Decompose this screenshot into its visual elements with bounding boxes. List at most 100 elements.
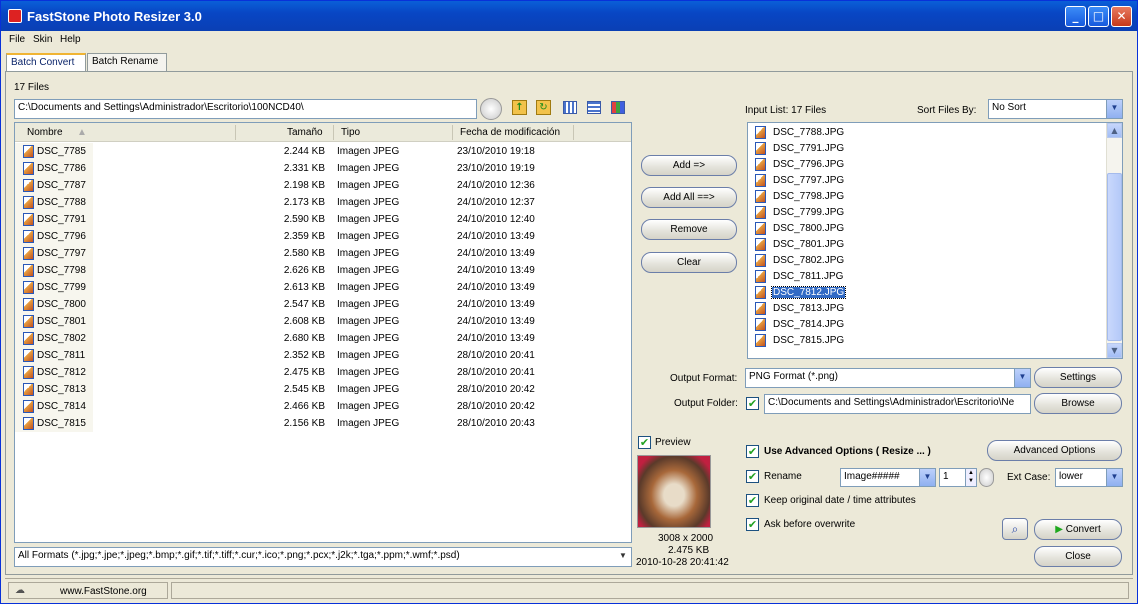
col-divider[interactable] [333,125,334,140]
file-size: 2.173 KB [283,197,325,208]
table-row[interactable]: DSC_7787 2.198 KB Imagen JPEG 24/10/2010 12… [15,177,631,194]
table-row[interactable]: DSC_7812 2.475 KB Imagen JPEG 28/10/2010 20… [15,364,631,381]
rename-pattern-select[interactable]: Image##### ▼ [840,468,936,487]
input-file-list[interactable]: DSC_7788.JPG DSC_7791.JPG DSC_7796.JPG DSC_… [747,122,1123,359]
output-folder-field[interactable]: C:\Documents and Settings\Administrador\… [764,394,1031,414]
table-row[interactable]: DSC_7798 2.626 KB Imagen JPEG 24/10/2010 13… [15,262,631,279]
scroll-thumb[interactable] [1107,173,1122,341]
remove-button[interactable]: Remove [641,219,737,240]
convert-button[interactable]: ▶ Convert [1034,519,1122,540]
list-item[interactable]: DSC_7800.JPG [754,221,1094,237]
advanced-options-checkbox[interactable]: ✔ [746,445,759,458]
file-type: Imagen JPEG [337,333,400,344]
list-item[interactable]: DSC_7788.JPG [754,125,1094,141]
jpeg-file-icon [755,238,766,251]
col-divider[interactable] [573,125,574,140]
file-browser-list[interactable]: Nombre ▲ Tamaño Tipo Fecha de modificaci… [14,122,632,543]
table-row[interactable]: DSC_7791 2.590 KB Imagen JPEG 24/10/2010 12… [15,211,631,228]
list-item[interactable]: DSC_7815.JPG [754,333,1094,349]
chevron-down-icon[interactable]: ▼ [615,548,631,566]
title-bar[interactable]: FastStone Photo Resizer 3.0 _ □ ✕ [1,1,1137,31]
table-row[interactable]: DSC_7797 2.580 KB Imagen JPEG 24/10/2010 13… [15,245,631,262]
clear-button[interactable]: Clear [641,252,737,273]
preview-checkbox[interactable]: ✔ [638,436,651,449]
rename-options-button[interactable] [979,468,994,487]
browse-button[interactable]: Browse [1034,393,1122,414]
table-row[interactable]: DSC_7813 2.545 KB Imagen JPEG 28/10/2010 20… [15,381,631,398]
keep-date-checkbox[interactable]: ✔ [746,494,759,507]
chevron-down-icon[interactable]: ▼ [1014,369,1030,387]
rename-start-stepper[interactable]: 1 ▲ ▼ [939,468,977,487]
list-item[interactable]: DSC_7802.JPG [754,253,1094,269]
table-row[interactable]: DSC_7786 2.331 KB Imagen JPEG 23/10/2010 19… [15,160,631,177]
refresh-icon[interactable]: ↻ [536,100,551,115]
add-all-button[interactable]: Add All ==> [641,187,737,208]
input-list-scrollbar[interactable]: ▲ ▼ [1106,123,1122,358]
details-view-icon[interactable] [611,101,625,114]
col-header-size[interactable]: Tamaño [287,127,323,138]
advanced-options-button[interactable]: Advanced Options [987,440,1122,461]
output-folder-label: Output Folder: [674,398,738,409]
col-divider[interactable] [235,125,236,140]
scroll-down-icon[interactable]: ▼ [1107,343,1122,358]
list-item[interactable]: DSC_7811.JPG [754,269,1094,285]
list-item[interactable]: DSC_7814.JPG [754,317,1094,333]
thumbnails-view-icon[interactable] [563,101,577,114]
table-row[interactable]: DSC_7796 2.359 KB Imagen JPEG 24/10/2010 13… [15,228,631,245]
maximize-button[interactable]: □ [1088,6,1109,27]
menu-file[interactable]: File [9,34,25,45]
scroll-up-icon[interactable]: ▲ [1107,123,1122,138]
close-window-button[interactable]: ✕ [1111,6,1132,27]
menu-help[interactable]: Help [60,34,81,45]
up-folder-icon[interactable]: ↑ [512,100,527,115]
tab-batch-rename[interactable]: Batch Rename [87,53,167,71]
list-item[interactable]: DSC_7796.JPG [754,157,1094,173]
format-filter-select[interactable]: All Formats (*.jpg;*.jpe;*.jpeg;*.bmp;*.… [14,547,632,567]
col-header-date[interactable]: Fecha de modificación [460,127,560,138]
table-row[interactable]: DSC_7801 2.608 KB Imagen JPEG 24/10/2010 13… [15,313,631,330]
table-row[interactable]: DSC_7802 2.680 KB Imagen JPEG 24/10/2010 13… [15,330,631,347]
add-button[interactable]: Add => [641,155,737,176]
col-divider[interactable] [452,125,453,140]
minimize-button[interactable]: _ [1065,6,1086,27]
list-view-icon[interactable] [587,101,601,114]
list-item[interactable]: DSC_7798.JPG [754,189,1094,205]
output-format-select[interactable]: PNG Format (*.png) ▼ [745,368,1031,388]
col-header-name[interactable]: Nombre [27,127,63,138]
rename-checkbox[interactable]: ✔ [746,470,759,483]
preview-thumbnail [637,455,711,528]
output-folder-checkbox[interactable]: ✔ [746,397,759,410]
menu-skin[interactable]: Skin [33,34,52,45]
table-row[interactable]: DSC_7799 2.613 KB Imagen JPEG 24/10/2010 13… [15,279,631,296]
table-row[interactable]: DSC_7788 2.173 KB Imagen JPEG 24/10/2010 12… [15,194,631,211]
preview-size: 2.475 KB [668,545,710,556]
chevron-down-icon[interactable]: ▼ [1106,469,1122,486]
table-row[interactable]: DSC_7800 2.547 KB Imagen JPEG 24/10/2010 13… [15,296,631,313]
table-row[interactable]: DSC_7811 2.352 KB Imagen JPEG 28/10/2010 20… [15,347,631,364]
file-name: DSC_7802 [37,333,86,344]
chevron-down-icon[interactable]: ▼ [1106,100,1122,118]
col-header-type[interactable]: Tipo [341,127,360,138]
list-item[interactable]: DSC_7791.JPG [754,141,1094,157]
list-item[interactable]: DSC_7813.JPG [754,301,1094,317]
spin-arrows-icon[interactable]: ▲ ▼ [965,469,976,486]
close-button[interactable]: Close [1034,546,1122,567]
go-button[interactable] [480,98,502,120]
ask-overwrite-checkbox[interactable]: ✔ [746,518,759,531]
ext-case-select[interactable]: lower ▼ [1055,468,1123,487]
status-url[interactable]: www.FastStone.org [60,586,147,597]
list-item[interactable]: DSC_7801.JPG [754,237,1094,253]
settings-button[interactable]: Settings [1034,367,1122,388]
tab-batch-convert[interactable]: Batch Convert [6,53,86,71]
list-item[interactable]: DSC_7799.JPG [754,205,1094,221]
table-row[interactable]: DSC_7814 2.466 KB Imagen JPEG 28/10/2010 20… [15,398,631,415]
chevron-down-icon[interactable]: ▼ [919,469,935,486]
sort-select[interactable]: No Sort ▼ [988,99,1123,119]
table-row[interactable]: DSC_7815 2.156 KB Imagen JPEG 28/10/2010 20… [15,415,631,432]
list-item[interactable]: DSC_7797.JPG [754,173,1094,189]
list-item[interactable]: DSC_7812.JPG [754,285,1094,301]
file-type: Imagen JPEG [337,163,400,174]
preview-magnifier-icon[interactable]: ⌕ [1002,518,1028,540]
table-row[interactable]: DSC_7785 2.244 KB Imagen JPEG 23/10/2010 19… [15,143,631,160]
path-field[interactable]: C:\Documents and Settings\Administrador\… [14,99,477,119]
